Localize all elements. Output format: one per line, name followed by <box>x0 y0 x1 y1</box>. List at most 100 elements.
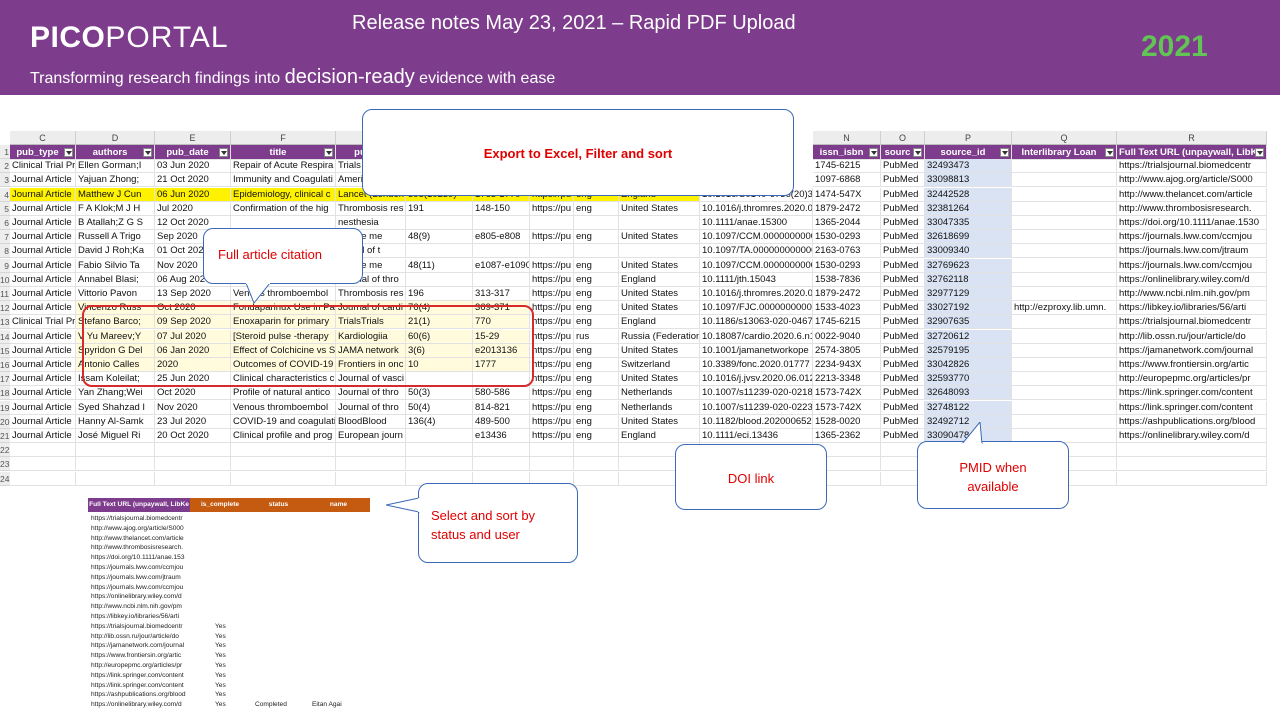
sheet-cell[interactable]: 32442528 <box>925 187 1012 202</box>
sheet-cell[interactable]: 10.1186/s13063-020-04678 <box>700 315 813 330</box>
mini-cell[interactable] <box>312 583 370 593</box>
sheet-cell[interactable] <box>1012 159 1117 174</box>
sheet-cell[interactable]: https://pu <box>530 329 574 344</box>
mini-cell[interactable] <box>312 632 370 642</box>
sheet-cell[interactable]: Journal Article <box>10 301 76 316</box>
mini-cell[interactable]: http://www.thrombosisresearch. <box>91 543 189 553</box>
sheet-cell[interactable]: 580-586 <box>473 386 530 401</box>
column-letter[interactable]: Q <box>1012 131 1117 145</box>
sheet-cell[interactable]: 10.1007/s11239-020-02182 <box>700 386 813 401</box>
sheet-cell[interactable]: 32579195 <box>925 343 1012 358</box>
sheet-cell[interactable]: http://www.ncbi.nlm.nih.gov/pm <box>1117 287 1267 301</box>
sheet-cell[interactable] <box>574 471 619 486</box>
mini-cell[interactable] <box>312 514 370 524</box>
sheet-cell[interactable]: 50(3) <box>406 386 473 401</box>
sheet-cell[interactable]: Profile of natural antico <box>231 386 336 401</box>
sheet-cell[interactable]: 1573-742X <box>813 400 881 415</box>
mini-cell[interactable]: https://link.springer.com/content <box>91 671 189 681</box>
sheet-cell[interactable]: 1365-2362 <box>813 429 881 443</box>
sheet-cell[interactable]: https://pu <box>530 272 574 287</box>
column-letter[interactable]: N <box>813 131 881 145</box>
sheet-cell[interactable] <box>1012 315 1117 330</box>
sheet-cell[interactable]: 50(4) <box>406 400 473 415</box>
sheet-cell[interactable]: eng <box>574 201 619 216</box>
filter-dropdown-icon[interactable] <box>1255 148 1264 157</box>
sheet-cell[interactable]: https://onlinelibrary.wiley.com/d <box>1117 429 1267 443</box>
sheet-cell[interactable]: 2213-3348 <box>813 372 881 387</box>
sheet-cell[interactable]: PubMed <box>881 414 925 429</box>
sheet-cell[interactable]: José Miguel Ri <box>76 429 155 443</box>
column-header[interactable]: source_id <box>925 145 1012 160</box>
sheet-cell[interactable]: Netherlands <box>619 386 700 401</box>
sheet-cell[interactable]: https://libkey.io/libraries/56/arti <box>1117 301 1267 316</box>
sheet-cell[interactable]: Yan Zhang;Wei <box>76 386 155 401</box>
sheet-cell[interactable]: 20 Oct 2020 <box>155 429 231 443</box>
sheet-cell[interactable] <box>1012 287 1117 301</box>
sheet-cell[interactable] <box>336 457 406 472</box>
sheet-cell[interactable]: http://www.thelancet.com/article <box>1117 187 1267 202</box>
sheet-cell[interactable]: England <box>619 272 700 287</box>
sheet-cell[interactable]: 32648093 <box>925 386 1012 401</box>
sheet-cell[interactable]: Vittorio Pavon <box>76 287 155 301</box>
sheet-cell[interactable] <box>1012 187 1117 202</box>
sheet-cell[interactable]: Yajuan Zhong; <box>76 173 155 188</box>
row-number[interactable]: 21 <box>0 429 10 443</box>
sheet-cell[interactable]: eng <box>574 287 619 301</box>
row-number[interactable]: 20 <box>0 414 10 429</box>
mini-cell[interactable]: http://lib.ossn.ru/jour/article/do <box>91 632 189 642</box>
sheet-cell[interactable]: Clinical Trial Proto <box>10 315 76 330</box>
mini-cell[interactable]: https://onlinelibrary.wiley.com/d <box>91 592 189 602</box>
sheet-cell[interactable]: 0022-9040 <box>813 329 881 344</box>
mini-cell[interactable] <box>255 661 308 671</box>
sheet-cell[interactable] <box>336 471 406 486</box>
sheet-cell[interactable] <box>1012 244 1117 259</box>
sheet-cell[interactable]: 48(11) <box>406 258 473 273</box>
column-header[interactable]: pub_date <box>155 145 231 160</box>
mini-cell[interactable] <box>312 602 370 612</box>
sheet-cell[interactable]: Journal Article <box>10 216 76 230</box>
sheet-cell[interactable] <box>530 443 574 458</box>
sheet-cell[interactable] <box>619 244 700 259</box>
sheet-cell[interactable]: 10.1007/s11239-020-02235 <box>700 400 813 415</box>
sheet-cell[interactable] <box>530 457 574 472</box>
sheet-cell[interactable]: B Atallah;Z G S <box>76 216 155 230</box>
row-number[interactable]: 22 <box>0 443 10 458</box>
mini-cell[interactable] <box>255 524 308 534</box>
sheet-cell[interactable]: https://pu <box>530 429 574 443</box>
mini-column-header[interactable]: Full Text URL (unpaywall, LibKe <box>88 498 190 512</box>
sheet-cell[interactable] <box>1012 216 1117 230</box>
sheet-cell[interactable]: 10.1111/jth.15043 <box>700 272 813 287</box>
sheet-cell[interactable]: 10.1111/anae.15300 <box>700 216 813 230</box>
sheet-cell[interactable]: 03 Jun 2020 <box>155 159 231 174</box>
sheet-cell[interactable]: Journal Article <box>10 372 76 387</box>
mini-cell[interactable] <box>255 612 308 622</box>
sheet-cell[interactable]: Russia (Federation) <box>619 329 700 344</box>
sheet-cell[interactable]: Syed Shahzad I <box>76 400 155 415</box>
sheet-cell[interactable] <box>1012 386 1117 401</box>
column-header[interactable]: sourc <box>881 145 925 160</box>
sheet-cell[interactable]: e1087-e1090 <box>473 258 530 273</box>
row-number[interactable]: 24 <box>0 471 10 486</box>
sheet-cell[interactable]: Repair of Acute Respira <box>231 159 336 174</box>
filter-dropdown-icon[interactable] <box>324 148 333 157</box>
sheet-cell[interactable]: 10.1097/CCM.00000000000 <box>700 230 813 245</box>
row-number[interactable]: 23 <box>0 457 10 472</box>
mini-cell[interactable] <box>255 602 308 612</box>
sheet-cell[interactable] <box>1012 343 1117 358</box>
sheet-cell[interactable] <box>473 272 530 287</box>
sheet-cell[interactable] <box>10 443 76 458</box>
sheet-cell[interactable] <box>406 457 473 472</box>
mini-cell[interactable] <box>312 641 370 651</box>
column-letter[interactable]: D <box>76 131 155 145</box>
sheet-cell[interactable]: Journal Article <box>10 358 76 372</box>
sheet-cell[interactable]: PubMed <box>881 159 925 174</box>
mini-cell[interactable]: Eitan Agai <box>312 700 370 710</box>
sheet-cell[interactable] <box>1012 258 1117 273</box>
sheet-cell[interactable]: 21 Oct 2020 <box>155 173 231 188</box>
sheet-cell[interactable] <box>155 443 231 458</box>
sheet-cell[interactable]: United States <box>619 372 700 387</box>
sheet-cell[interactable]: Switzerland <box>619 358 700 372</box>
sheet-cell[interactable] <box>1012 414 1117 429</box>
column-letter[interactable]: R <box>1117 131 1267 145</box>
sheet-cell[interactable]: England <box>619 429 700 443</box>
